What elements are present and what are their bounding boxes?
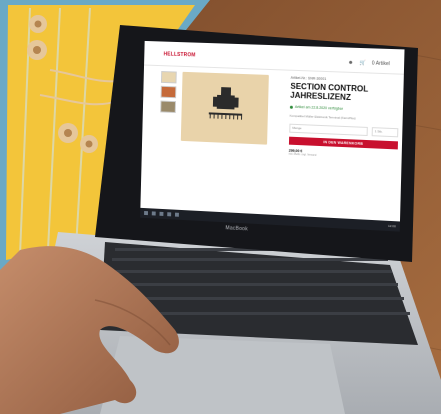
add-to-cart-button[interactable]: IN DEN WARENKORB — [288, 136, 398, 150]
start-icon[interactable] — [144, 210, 149, 216]
stock-dot-icon — [289, 105, 293, 109]
taskview-icon[interactable] — [159, 211, 164, 216]
product-image — [180, 71, 269, 145]
quantity-label: Menge — [289, 123, 368, 137]
tractor-icon — [208, 87, 243, 120]
header-icons: ☻ 🛒 0 Artikel — [348, 60, 390, 67]
product-info: Artikel-Nr.: SNR-30001 SECTION CONTROL J… — [289, 76, 400, 161]
folder-icon[interactable] — [174, 212, 179, 217]
thumbnail-3[interactable] — [160, 100, 176, 113]
cart-icon[interactable]: 🛒 — [359, 60, 365, 66]
search-icon[interactable] — [151, 211, 156, 216]
laptop-brand-label: MacBook — [225, 225, 249, 233]
thumbnail-1[interactable] — [160, 71, 177, 84]
stock-text: Artikel am 22.8.2020 verfügbar — [294, 104, 343, 111]
cart-count[interactable]: 0 Artikel — [372, 60, 390, 67]
thumbnail-list — [160, 71, 179, 116]
quantity-select[interactable]: 1 Stk. — [371, 127, 399, 138]
quantity-row: Menge 1 Stk. — [289, 123, 399, 138]
site-logo[interactable]: HELLSTROM — [164, 51, 196, 58]
browser-icon[interactable] — [167, 212, 172, 217]
taskbar-clock: 12:00 — [388, 223, 396, 229]
trackpad — [100, 336, 345, 414]
stock-status: Artikel am 22.8.2020 verfügbar — [289, 104, 399, 113]
user-icon[interactable]: ☻ — [348, 60, 353, 66]
product-title: SECTION CONTROL JAHRESLIZENZ — [290, 81, 369, 102]
laptop-screen: HELLSTROM ☻ 🛒 0 Artikel Artikel-Nr.: SNR… — [117, 16, 417, 266]
photo-scene: HELLSTROM ☻ 🛒 0 Artikel Artikel-Nr.: SNR… — [0, 0, 441, 414]
thumbnail-2[interactable] — [160, 85, 177, 99]
compatibility-note: Kompatibel Müller Elektronik Terminal (F… — [289, 113, 356, 121]
webpage: HELLSTROM ☻ 🛒 0 Artikel Artikel-Nr.: SNR… — [140, 40, 405, 222]
